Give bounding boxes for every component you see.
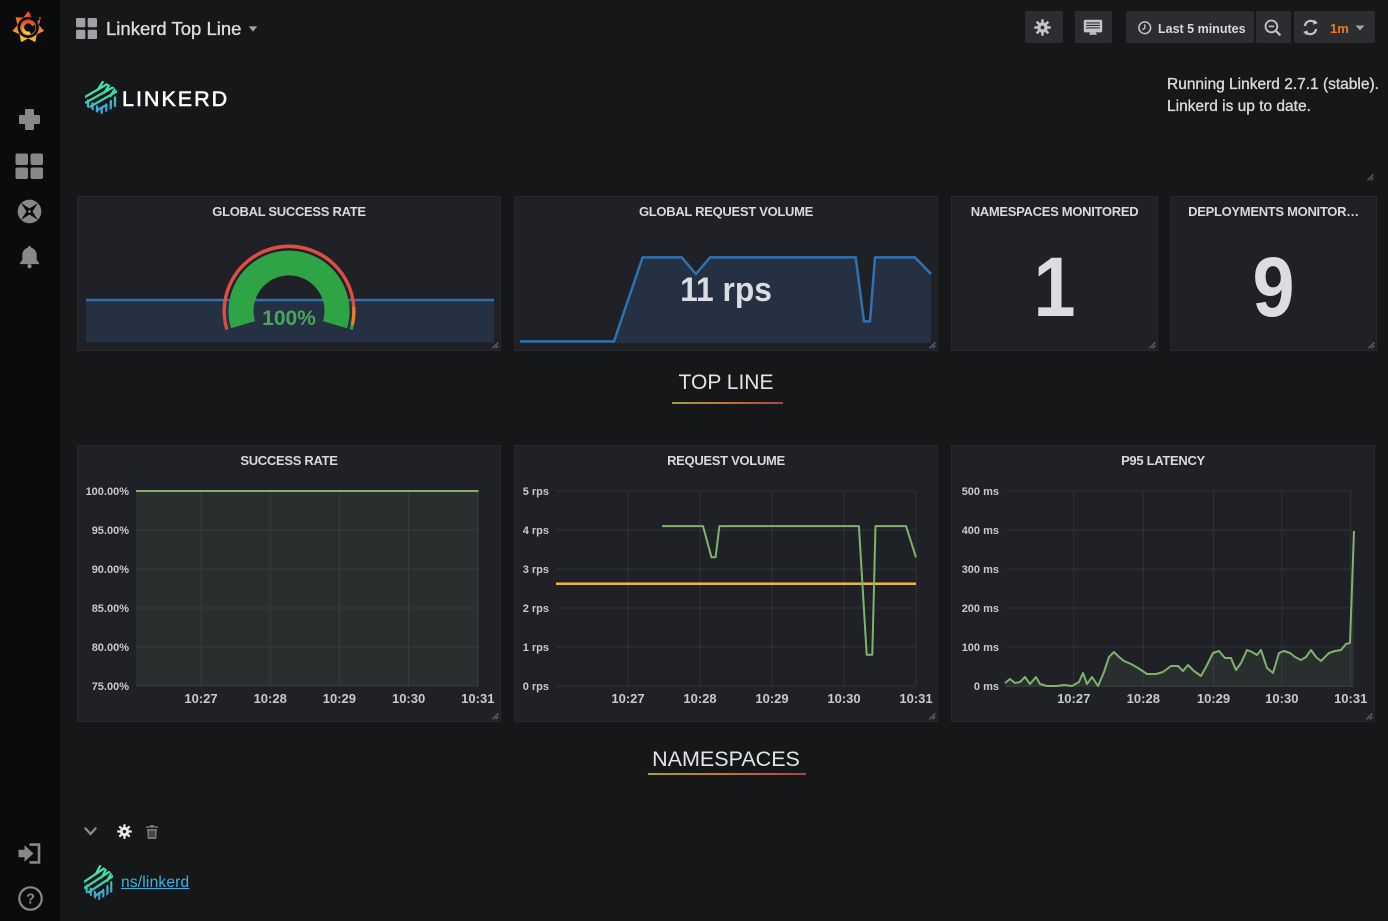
svg-text:10:30: 10:30 [1265,691,1298,706]
svg-text:11 rps: 11 rps [680,271,772,310]
svg-text:100 ms: 100 ms [962,642,999,654]
svg-text:10:29: 10:29 [323,691,356,706]
svg-text:200 ms: 200 ms [962,603,999,615]
svg-text:10:27: 10:27 [611,691,644,706]
svg-text:500 ms: 500 ms [962,486,999,498]
svg-text:400 ms: 400 ms [962,525,999,537]
svg-text:3 rps: 3 rps [523,564,549,576]
svg-text:300 ms: 300 ms [962,564,999,576]
svg-text:1 rps: 1 rps [523,642,549,654]
svg-text:10:30: 10:30 [827,691,860,706]
svg-text:80.00%: 80.00% [92,642,130,654]
svg-text:10:31: 10:31 [899,691,932,706]
svg-text:10:27: 10:27 [184,691,217,706]
svg-text:95.00%: 95.00% [92,525,130,537]
svg-text:10:28: 10:28 [1127,691,1160,706]
svg-text:100%: 100% [262,307,316,330]
svg-text:10:28: 10:28 [683,691,716,706]
svg-text:85.00%: 85.00% [92,603,130,615]
svg-text:10:30: 10:30 [392,691,425,706]
svg-text:10:27: 10:27 [1057,691,1090,706]
svg-text:10:29: 10:29 [755,691,788,706]
svg-text:?: ? [26,892,35,908]
svg-text:4 rps: 4 rps [523,525,549,537]
svg-text:0 ms: 0 ms [974,681,999,693]
svg-text:10:29: 10:29 [1197,691,1230,706]
svg-text:90.00%: 90.00% [92,564,130,576]
svg-text:75.00%: 75.00% [92,681,130,693]
svg-text:10:28: 10:28 [254,691,287,706]
svg-text:5 rps: 5 rps [523,486,549,498]
svg-text:2 rps: 2 rps [523,603,549,615]
svg-text:10:31: 10:31 [461,691,494,706]
svg-text:100.00%: 100.00% [86,486,130,498]
svg-text:0 rps: 0 rps [523,681,549,693]
svg-text:10:31: 10:31 [1334,691,1367,706]
